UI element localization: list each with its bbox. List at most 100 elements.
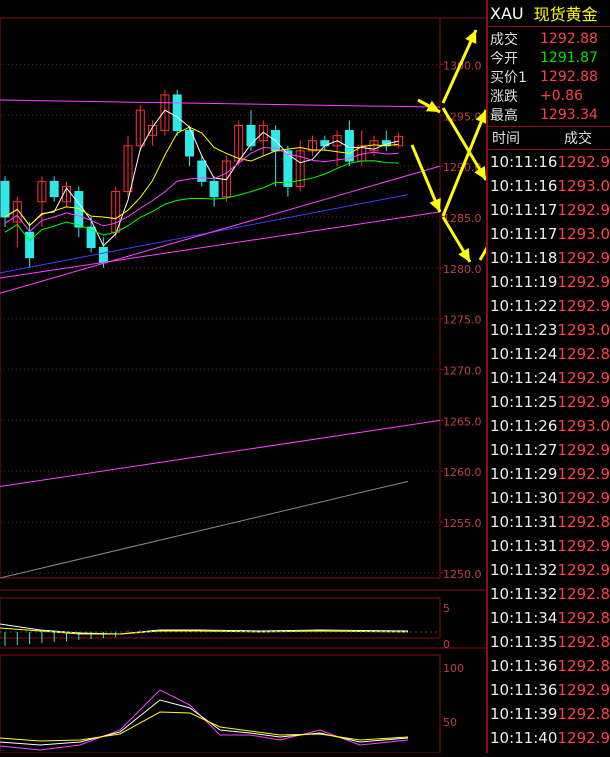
tick-time: 10:11:40: [488, 729, 558, 747]
tick-row: 10:11:311292.8: [488, 510, 610, 534]
tick-price: 1293.0: [558, 177, 610, 195]
tick-price-header: 成交: [564, 128, 592, 148]
tick-price: 1292.9: [558, 249, 610, 267]
tick-price: 1292.9: [558, 273, 610, 291]
quote-value: 1291.87: [540, 50, 598, 66]
tick-price: 1292.9: [558, 489, 610, 507]
tick-time: 10:11:16: [488, 177, 558, 195]
quote-value: 1292.88: [540, 31, 598, 47]
quote-row: 成交1292.88: [488, 29, 610, 48]
tick-time-header: 时间: [488, 128, 564, 148]
candle-down: [99, 247, 107, 262]
price-axis-label: 1250.0: [443, 568, 482, 581]
tick-time: 10:11:29: [488, 465, 558, 483]
tick-time: 10:11:17: [488, 225, 558, 243]
tick-list-header: 时间 成交: [488, 127, 610, 150]
long-ma-line: [0, 481, 408, 578]
quote-value: 1293.34: [540, 107, 598, 123]
tick-price: 1293.0: [558, 417, 610, 435]
tick-price: 1292.9: [558, 465, 610, 483]
quote-row: 买价11292.88: [488, 67, 610, 86]
tick-row: 10:11:171292.9: [488, 198, 610, 222]
candle-down: [1, 181, 9, 217]
tick-row: 10:11:171293.0: [488, 222, 610, 246]
tick-row: 10:11:261293.0: [488, 414, 610, 438]
quote-label: 买价1: [488, 67, 540, 87]
tick-row: 10:11:161293.0: [488, 174, 610, 198]
tick-price: 1292.9: [558, 369, 610, 387]
price-axis-label: 1285.0: [443, 212, 482, 225]
kline-chart[interactable]: 1300.01295.01290.01285.01280.01275.01270…: [0, 0, 486, 753]
tick-price: 1292.8: [558, 513, 610, 531]
price-axis-label: 1265.0: [443, 415, 482, 428]
macd-axis-label: 0: [443, 638, 450, 651]
tick-time: 10:11:25: [488, 393, 558, 411]
tick-time: 10:11:17: [488, 201, 558, 219]
quote-row: 今开1291.87: [488, 48, 610, 67]
tick-time: 10:11:36: [488, 681, 558, 699]
tick-time: 10:11:19: [488, 273, 558, 291]
tick-row: 10:11:221292.9: [488, 294, 610, 318]
tick-price: 1292.9: [558, 297, 610, 315]
tick-row: 10:11:361292.9: [488, 678, 610, 702]
tick-time: 10:11:27: [488, 441, 558, 459]
macd-dea-line: [0, 628, 408, 634]
tick-row: 10:11:361292.8: [488, 654, 610, 678]
instrument-header: XAU 现货黄金: [488, 0, 610, 27]
tick-time: 10:11:36: [488, 657, 558, 675]
tick-row: 10:11:191292.9: [488, 270, 610, 294]
quote-sidebar: XAU 现货黄金 成交1292.88今开1291.87买价11292.88涨跌+…: [486, 0, 610, 753]
tick-price: 1292.9: [558, 681, 610, 699]
tick-time: 10:11:35: [488, 633, 558, 651]
tick-price: 1292.9: [558, 561, 610, 579]
price-axis-label: 1280.0: [443, 263, 482, 276]
tick-row: 10:11:341292.8: [488, 606, 610, 630]
quote-value: 1292.88: [540, 69, 598, 85]
tick-time: 10:11:16: [488, 153, 558, 171]
tick-row: 10:11:291292.9: [488, 462, 610, 486]
tick-time: 10:11:23: [488, 321, 558, 339]
tick-time: 10:11:30: [488, 489, 558, 507]
ma120-line: [0, 195, 408, 273]
macd-axis-label: 5: [443, 602, 450, 615]
tick-price: 1292.9: [558, 441, 610, 459]
tick-price: 1292.8: [558, 705, 610, 723]
tick-row: 10:11:321292.8: [488, 582, 610, 606]
tick-time: 10:11:26: [488, 417, 558, 435]
tick-row: 10:11:321292.9: [488, 558, 610, 582]
tick-time: 10:11:32: [488, 585, 558, 603]
tick-time: 10:11:18: [488, 249, 558, 267]
tick-time: 10:11:34: [488, 609, 558, 627]
kdj-d-line: [0, 712, 408, 741]
tick-time: 10:11:24: [488, 369, 558, 387]
tick-time: 10:11:31: [488, 537, 558, 555]
tick-time: 10:11:24: [488, 345, 558, 363]
price-axis-label: 1255.0: [443, 517, 482, 530]
kline-chart-area[interactable]: 1300.01295.01290.01285.01280.01275.01270…: [0, 0, 486, 753]
quote-value: +0.86: [540, 88, 583, 104]
tick-price: 1292.8: [558, 657, 610, 675]
tick-price: 1292.9: [558, 393, 610, 411]
kdj-pane-frame: [0, 655, 440, 753]
candle-down: [173, 95, 181, 131]
tick-price: 1292.8: [558, 585, 610, 603]
lower-channel-line: [0, 420, 440, 486]
candle-down: [50, 181, 58, 196]
tick-time: 10:11:31: [488, 513, 558, 531]
tick-price: 1292.9: [558, 201, 610, 219]
tick-price: 1292.8: [558, 633, 610, 651]
tick-row: 10:11:351292.8: [488, 630, 610, 654]
tick-price: 1292.8: [558, 345, 610, 363]
tick-list[interactable]: 10:11:161292.910:11:161293.010:11:171292…: [488, 150, 610, 750]
tick-price: 1293.0: [558, 225, 610, 243]
quote-row: 最高1293.34: [488, 105, 610, 124]
kdj-axis-label: 50: [443, 716, 457, 729]
instrument-symbol: XAU: [490, 4, 524, 23]
quote-label: 今开: [488, 48, 540, 68]
candle-down: [210, 181, 218, 196]
tick-price: 1292.8: [558, 609, 610, 627]
tick-price: 1292.9: [558, 729, 610, 747]
quote-label: 最高: [488, 105, 540, 125]
tick-row: 10:11:231293.0: [488, 318, 610, 342]
tick-row: 10:11:401292.9: [488, 726, 610, 750]
